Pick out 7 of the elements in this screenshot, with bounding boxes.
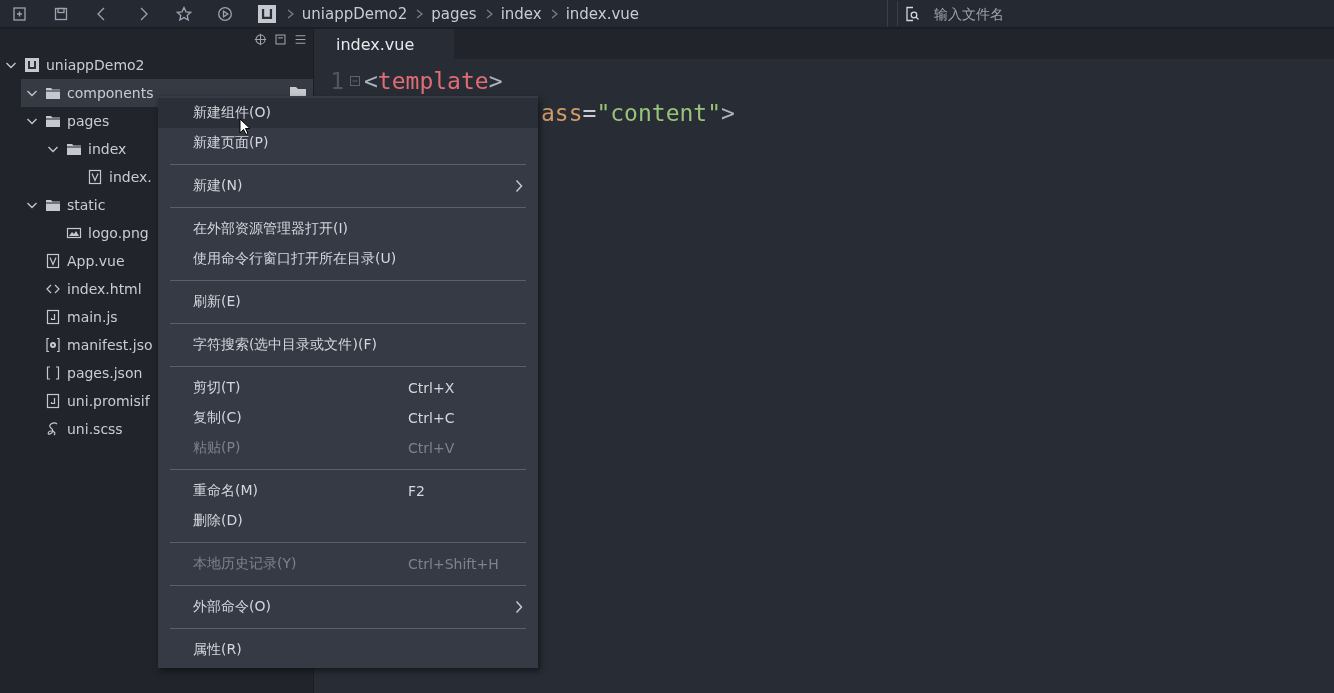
- shortcut-text: Ctrl+X: [408, 380, 455, 396]
- code-line: <template>: [364, 68, 503, 94]
- shortcut-text: Ctrl+Shift+H: [408, 556, 499, 572]
- shortcut-text: Ctrl+V: [408, 440, 455, 456]
- code-line: ass="content">: [541, 100, 735, 126]
- shortcut-text: Ctrl+C: [408, 410, 455, 426]
- shortcut-text: F2: [408, 483, 425, 499]
